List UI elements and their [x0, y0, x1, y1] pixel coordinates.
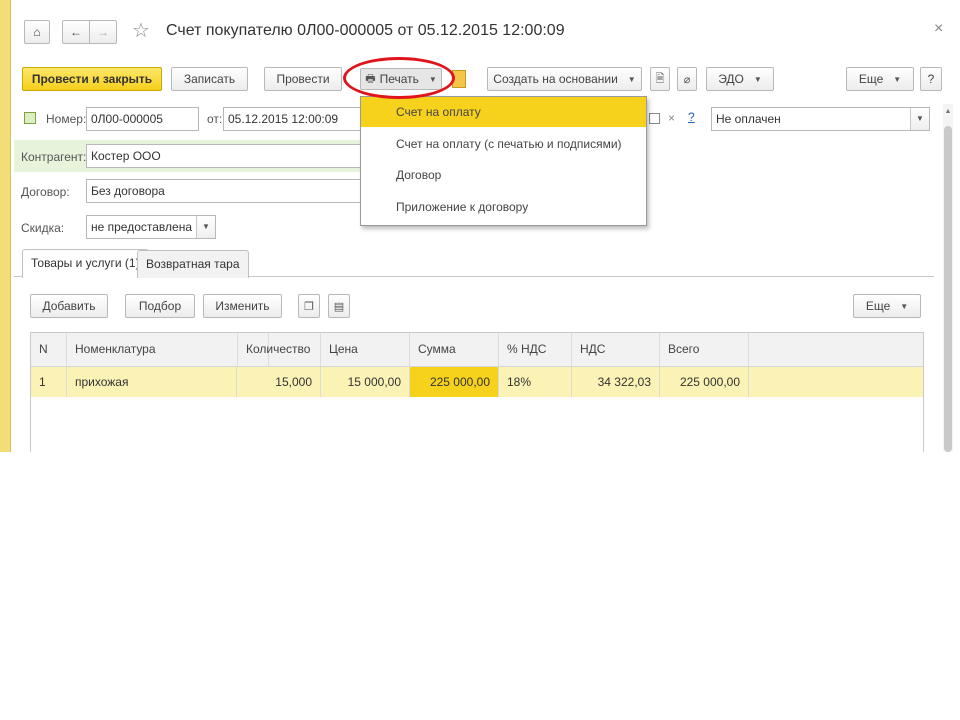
document-report-button[interactable]: 🗎 — [650, 67, 670, 91]
print-button-label: Печать — [379, 72, 419, 86]
column-header-sum[interactable]: Сумма — [410, 333, 499, 366]
help-button[interactable]: ? — [920, 67, 942, 91]
document-window: ⌂ ← → ☆ Счет покупателю 0Л00-000005 от 0… — [0, 0, 960, 452]
paste-row-button[interactable]: ▤ — [328, 294, 350, 318]
payment-status-select[interactable]: Не оплачен ▼ — [711, 107, 930, 131]
chevron-down-icon[interactable]: ▼ — [910, 108, 929, 130]
goods-table: N Номенклатура Количество Цена Сумма % Н… — [30, 332, 924, 452]
chevron-down-icon: ▼ — [753, 74, 762, 84]
contract-label: Договор: — [21, 185, 70, 199]
clear-icon[interactable]: × — [668, 111, 675, 125]
more-actions-button[interactable]: Еще ▼ — [846, 67, 914, 91]
discount-select[interactable]: не предоставлена ▼ — [86, 215, 216, 239]
help-link[interactable]: ? — [688, 110, 695, 124]
chevron-down-icon: ▼ — [627, 74, 636, 84]
print-button[interactable]: 🖶 Печать ▼ — [360, 68, 442, 90]
copy-icon: ❐ — [304, 300, 314, 313]
print-dropdown-menu: Счет на оплату Счет на оплату (с печатью… — [360, 96, 647, 226]
cell-vat[interactable]: 34 322,03 — [572, 367, 660, 397]
date-label: от: — [207, 112, 223, 126]
home-button[interactable]: ⌂ — [24, 20, 50, 44]
date-field[interactable]: 05.12.2015 12:00:09 — [223, 107, 363, 131]
edo-button[interactable]: ЭДО ▼ — [706, 67, 774, 91]
checkbox-icon[interactable] — [649, 113, 660, 124]
create-based-on-label: Создать на основании — [493, 72, 618, 86]
cell-total[interactable]: 225 000,00 — [660, 367, 749, 397]
page-title: Счет покупателю 0Л00-000005 от 05.12.201… — [166, 22, 565, 39]
post-button[interactable]: Провести — [264, 67, 342, 91]
tab-goods-services[interactable]: Товары и услуги (1) — [22, 249, 149, 278]
column-header-total[interactable]: Всего — [660, 333, 749, 366]
menu-item-invoice[interactable]: Счет на оплату — [361, 97, 646, 127]
pick-button[interactable]: Подбор — [125, 294, 195, 318]
chevron-down-icon: ▼ — [900, 301, 909, 311]
column-header-vat[interactable]: НДС — [572, 333, 660, 366]
save-button[interactable]: Записать — [171, 67, 248, 91]
attach-button[interactable]: ⌀ — [677, 67, 697, 91]
menu-item-invoice-with-stamp[interactable]: Счет на оплату (с печатью и подписями) — [361, 129, 646, 159]
document-icon: 🗎 — [655, 72, 665, 85]
posted-status-icon — [24, 112, 36, 124]
menu-item-contract[interactable]: Договор — [361, 160, 646, 190]
edit-button[interactable]: Изменить — [203, 294, 282, 318]
more-actions-label: Еще — [858, 72, 884, 86]
paste-icon: ▤ — [333, 300, 345, 313]
cell-item[interactable]: прихожая — [67, 367, 237, 397]
back-arrow-icon: ← — [70, 25, 82, 39]
table-more-button[interactable]: Еще ▼ — [853, 294, 921, 318]
forward-arrow-icon: → — [97, 25, 109, 39]
scrollbar-thumb[interactable] — [944, 126, 952, 452]
home-icon: ⌂ — [33, 25, 41, 39]
chevron-down-icon: ▼ — [893, 74, 902, 84]
column-header-n[interactable]: N — [31, 333, 67, 366]
column-header-vat-rate[interactable]: % НДС — [499, 333, 572, 366]
counterparty-field[interactable]: Костер ООО — [86, 144, 364, 168]
chevron-down-icon: ▼ — [428, 74, 437, 84]
copy-row-button[interactable]: ❐ — [298, 294, 320, 318]
cell-price[interactable]: 15 000,00 — [321, 367, 410, 397]
cell-n[interactable]: 1 — [31, 367, 67, 397]
add-row-button[interactable]: Добавить — [30, 294, 108, 318]
contract-field[interactable]: Без договора — [86, 179, 364, 203]
printer-icon: 🖶 — [365, 72, 376, 85]
cell-quantity[interactable]: 15,000 — [237, 367, 321, 397]
back-button[interactable]: ← — [62, 20, 90, 44]
column-header-quantity[interactable]: Количество — [237, 333, 321, 366]
column-header-price[interactable]: Цена — [321, 333, 410, 366]
paperclip-icon: ⌀ — [683, 73, 691, 86]
discount-value: не предоставлена — [91, 220, 193, 234]
tab-returnable-containers[interactable]: Возвратная тара — [137, 250, 249, 278]
number-label: Номер: — [46, 112, 87, 126]
number-field[interactable]: 0Л00-000005 — [86, 107, 199, 131]
chevron-down-icon[interactable]: ▼ — [196, 216, 215, 238]
forward-button[interactable]: → — [89, 20, 117, 44]
left-accent-strip — [0, 0, 11, 452]
favorite-star-icon[interactable]: ☆ — [132, 18, 150, 43]
edo-label: ЭДО — [718, 72, 744, 86]
counterparty-label: Контрагент: — [21, 150, 87, 164]
create-based-on-button[interactable]: Создать на основании ▼ — [487, 67, 642, 91]
payment-status-value: Не оплачен — [716, 112, 781, 126]
cell-sum[interactable]: 225 000,00 — [410, 367, 499, 397]
menu-item-contract-appendix[interactable]: Приложение к договору — [361, 192, 646, 222]
post-and-close-button[interactable]: Провести и закрыть — [22, 67, 162, 91]
cell-vat-rate[interactable]: 18% — [499, 367, 572, 397]
table-header: N Номенклатура Количество Цена Сумма % Н… — [31, 333, 923, 367]
table-row[interactable]: 1 прихожая 15,000 15 000,00 225 000,00 1… — [31, 367, 923, 397]
folder-icon[interactable] — [452, 70, 466, 88]
scroll-up-icon[interactable]: ▲ — [943, 108, 953, 115]
discount-label: Скидка: — [21, 221, 65, 235]
vertical-scrollbar[interactable]: ▲ — [943, 104, 953, 452]
close-icon[interactable]: × — [934, 20, 943, 38]
table-more-label: Еще — [865, 299, 891, 313]
